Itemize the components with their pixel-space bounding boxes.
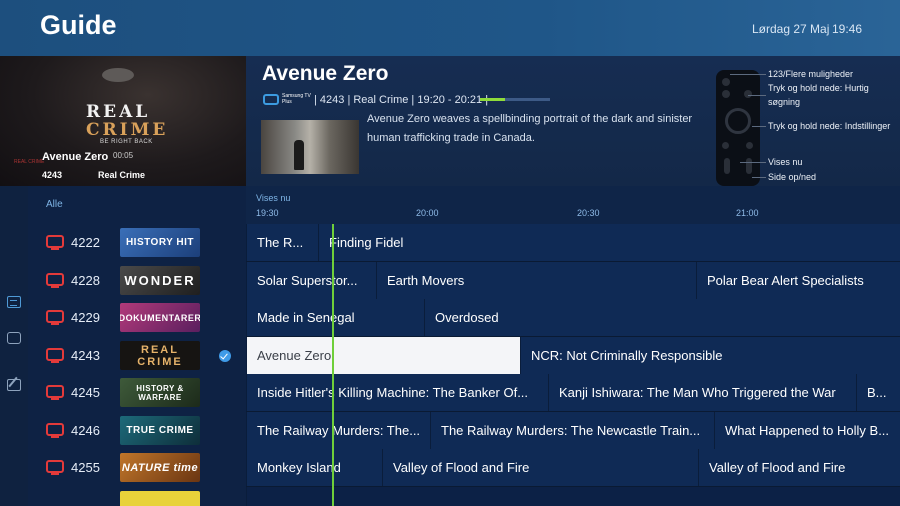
program-cell[interactable]: Inside Hitler's Killing Machine: The Ban… xyxy=(246,374,548,411)
remote-channel-icon xyxy=(746,158,752,174)
preview-genre: Real Crime xyxy=(98,170,146,180)
hint-settings: Tryk og hold nede: Indstillinger xyxy=(768,121,891,131)
channel-logo[interactable]: NATURE time xyxy=(120,453,200,482)
channel-list-icon[interactable] xyxy=(7,332,21,344)
program-cell[interactable]: Solar Superstor... xyxy=(246,262,376,299)
thumbnail-figure xyxy=(294,140,304,170)
program-cell[interactable]: Polar Bear Alert Specialists xyxy=(696,262,900,299)
program-cell[interactable]: NCR: Not Criminally Responsible xyxy=(520,337,900,374)
guide-list-icon[interactable] xyxy=(7,296,21,308)
remote-control-icon xyxy=(716,70,760,186)
timeline-header xyxy=(246,186,900,224)
samsung-tv-plus-logo: Samsung TV Plus xyxy=(263,92,311,106)
tv-plus-icon xyxy=(263,94,279,105)
progress-fill xyxy=(480,98,506,101)
preview-mini-logo: REAL CRIME xyxy=(14,159,45,165)
page-title: Guide xyxy=(40,10,117,40)
remote-button-icon xyxy=(722,90,730,98)
side-navigation xyxy=(0,186,28,506)
time-slot: 19:30 xyxy=(256,208,279,218)
program-cell[interactable]: The Railway Murders: The... xyxy=(246,412,430,449)
program-cell[interactable]: Monkey Island xyxy=(246,449,382,486)
hint-quick-search: Tryk og hold nede: Hurtig søgning xyxy=(768,83,869,107)
channel-number[interactable]: 4246 xyxy=(71,423,100,438)
remote-button-icon xyxy=(746,142,753,149)
current-channel-check-icon xyxy=(219,350,231,362)
program-cell[interactable]: What Happened to Holly B... xyxy=(714,412,900,449)
channel-tv-icon xyxy=(46,273,64,288)
service-name: Samsung TV Plus xyxy=(282,93,311,105)
live-preview[interactable]: REAL CRIME BE RIGHT BACK REAL CRIME Aven… xyxy=(0,56,246,186)
remote-volume-icon xyxy=(724,158,730,174)
channel-logo[interactable] xyxy=(120,491,200,506)
hint-pointer xyxy=(748,95,766,96)
hint-pointer xyxy=(740,162,766,163)
program-cell[interactable]: Finding Fidel xyxy=(318,224,900,261)
channel-tv-icon xyxy=(46,235,64,250)
remote-button-icon xyxy=(744,90,752,98)
channel-number[interactable]: 4229 xyxy=(71,310,100,325)
preview-logo-line3: BE RIGHT BACK xyxy=(100,139,153,145)
program-meta: | 4243 | Real Crime | 19:20 - 20:21 | xyxy=(314,94,489,106)
remote-button-icon xyxy=(722,142,729,149)
now-showing-label: Vises nu xyxy=(256,193,291,203)
channel-tv-icon xyxy=(46,385,64,400)
channel-tv-icon xyxy=(46,460,64,475)
channel-logo[interactable]: WONDER xyxy=(120,266,200,295)
program-cell[interactable]: Valley of Flood and Fire xyxy=(698,449,900,486)
hint-more-options: 123/Flere muligheder xyxy=(768,69,854,79)
time-slot: 20:00 xyxy=(416,208,439,218)
channel-number[interactable]: 4222 xyxy=(71,235,100,250)
program-cell[interactable]: Made in Senegal xyxy=(246,299,424,336)
program-cell[interactable]: Earth Movers xyxy=(376,262,696,299)
preview-channel-number: 4243 xyxy=(42,170,63,180)
remote-button-icon xyxy=(722,78,730,86)
preview-lamp-shape xyxy=(102,68,134,82)
channel-logo[interactable]: HISTORY & WARFARE xyxy=(120,378,200,407)
edit-channels-icon[interactable] xyxy=(7,379,21,391)
program-progress-bar xyxy=(480,98,550,101)
program-row-partial xyxy=(246,487,900,506)
hint-pointer xyxy=(730,74,766,75)
time-slot: 21:00 xyxy=(736,208,759,218)
preview-program-title: Avenue Zero xyxy=(42,151,109,163)
program-cell[interactable]: The R... xyxy=(246,224,318,261)
program-thumbnail xyxy=(261,120,359,174)
program-cell-selected[interactable]: Avenue Zero xyxy=(246,337,520,374)
hint-pointer xyxy=(752,126,766,127)
preview-duration: 00:05 xyxy=(113,151,134,160)
program-cell[interactable]: Kanji Ishiwara: The Man Who Triggered th… xyxy=(548,374,856,411)
channel-number[interactable]: 4255 xyxy=(71,460,100,475)
time-slot: 20:30 xyxy=(577,208,600,218)
hint-now-playing: Vises nu xyxy=(768,157,803,167)
channel-logo[interactable]: REAL CRIME xyxy=(120,341,200,370)
channel-logo[interactable]: HISTORY HIT xyxy=(120,228,200,257)
remote-dpad-icon xyxy=(725,108,751,134)
program-title: Avenue Zero xyxy=(262,62,389,85)
hint-pointer xyxy=(752,177,766,178)
channel-number[interactable]: 4243 xyxy=(71,348,100,363)
channel-number[interactable]: 4245 xyxy=(71,385,100,400)
channel-logo[interactable]: DOKUMENTARER xyxy=(120,303,200,332)
hint-page-up-down: Side op/ned xyxy=(768,172,817,182)
channel-tv-icon xyxy=(46,423,64,438)
preview-logo-line1: REAL xyxy=(86,102,151,122)
current-time-line xyxy=(332,224,334,506)
channel-tv-icon xyxy=(46,310,64,325)
channel-number[interactable]: 4228 xyxy=(71,273,100,288)
program-cell[interactable]: Overdosed xyxy=(424,299,900,336)
program-cell[interactable]: B... xyxy=(856,374,900,411)
header-date: Lørdag 27 Maj xyxy=(752,22,830,36)
program-cell[interactable]: Valley of Flood and Fire xyxy=(382,449,698,486)
program-description: Avenue Zero weaves a spellbinding portra… xyxy=(367,113,693,144)
guide-header: Guide Lørdag 27 Maj 19:46 xyxy=(0,0,900,56)
preview-logo-line2: CRIME xyxy=(86,120,169,140)
program-cell[interactable]: The Railway Murders: The Newcastle Train… xyxy=(430,412,714,449)
channel-tv-icon xyxy=(46,348,64,363)
header-time: 19:46 xyxy=(832,22,863,36)
channel-logo[interactable]: TRUE CRIME xyxy=(120,416,200,445)
filter-all[interactable]: Alle xyxy=(46,199,63,210)
